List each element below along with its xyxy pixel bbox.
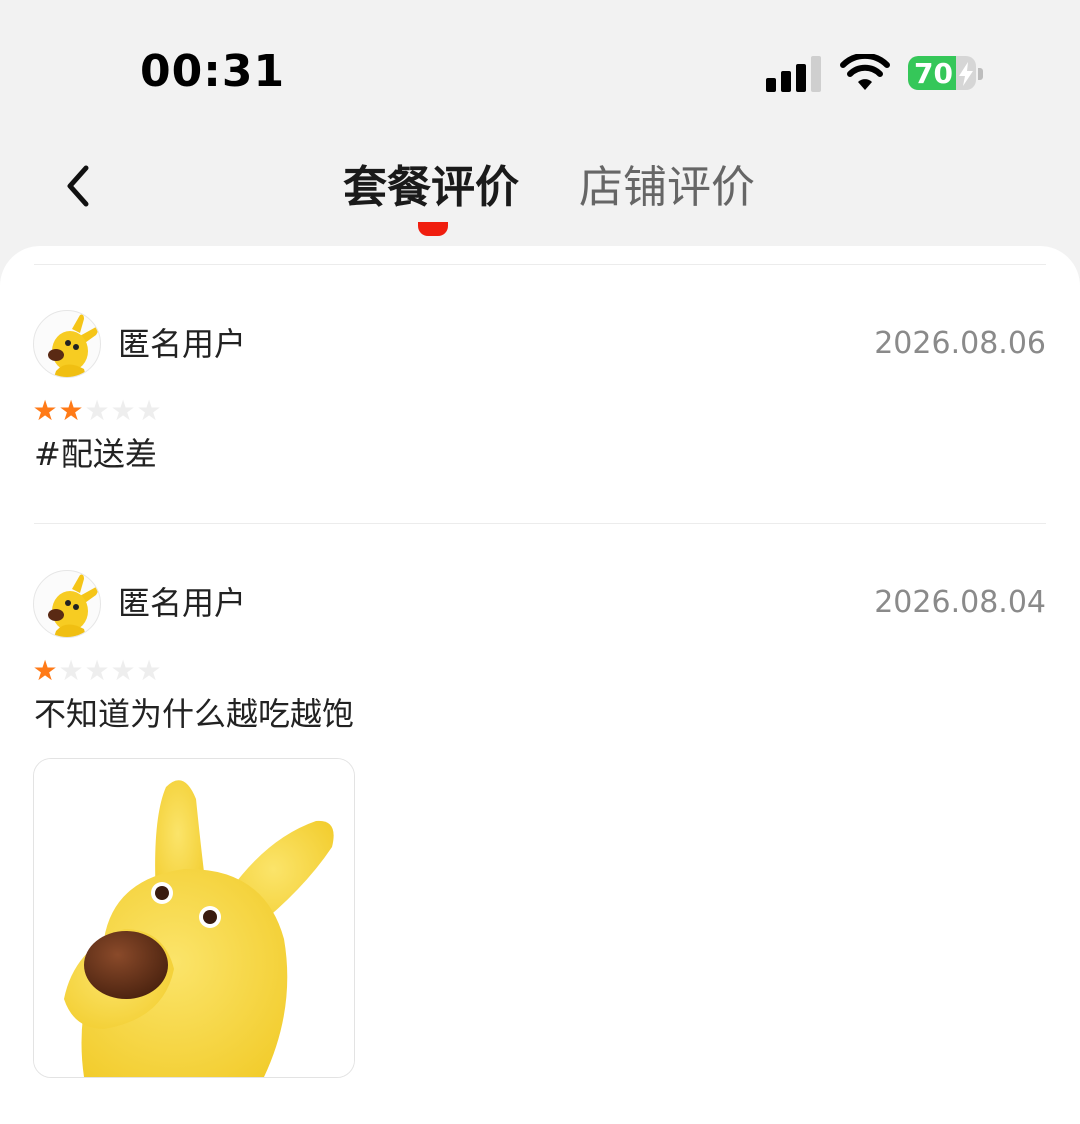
chevron-left-icon (67, 165, 89, 207)
review-username: 匿名用户 (118, 325, 247, 363)
divider (34, 523, 1046, 524)
divider (34, 264, 1046, 265)
star-empty-icon: ★ (84, 394, 110, 427)
yellow-dog-photo (34, 759, 354, 1077)
signal-icon (766, 56, 821, 92)
wifi-icon (840, 54, 890, 90)
dog-avatar-icon (48, 314, 98, 377)
nav-bar: 套餐评价 店铺评价 (0, 130, 1080, 250)
star-empty-icon: ★ (110, 394, 136, 427)
review-text: #配送差 (34, 435, 157, 473)
star-empty-icon: ★ (136, 394, 162, 427)
star-empty-icon: ★ (136, 654, 162, 687)
star-empty-icon: ★ (84, 654, 110, 687)
tab-package-reviews[interactable]: 套餐评价 (343, 158, 519, 218)
star-rating: ★ ★ ★ ★ ★ (32, 394, 162, 427)
status-time: 00:31 (140, 46, 286, 97)
star-filled-icon: ★ (32, 394, 58, 427)
battery-icon: 70 (908, 54, 983, 92)
review-username: 匿名用户 (118, 584, 247, 622)
review-photo[interactable] (33, 758, 355, 1078)
avatar (33, 570, 101, 638)
star-rating: ★ ★ ★ ★ ★ (32, 654, 162, 687)
active-tab-indicator (418, 222, 448, 236)
reviews-list: 匿名用户 2026.08.06 ★ ★ ★ ★ ★ #配送差 匿名用户 2026.08.… (0, 246, 1080, 1124)
battery-percent: 70 (914, 57, 953, 90)
back-button[interactable] (56, 160, 104, 212)
avatar (33, 310, 101, 378)
star-filled-icon: ★ (58, 394, 84, 427)
review-date: 2026.08.06 (874, 326, 1046, 361)
tab-store-reviews[interactable]: 店铺评价 (579, 158, 755, 218)
charging-bolt-icon (959, 62, 973, 86)
review-date: 2026.08.04 (874, 585, 1046, 620)
star-filled-icon: ★ (32, 654, 58, 687)
review-text: 不知道为什么越吃越饱 (34, 695, 355, 733)
dog-avatar-icon (48, 574, 98, 637)
status-bar: 00:31 70 (0, 0, 1080, 130)
star-empty-icon: ★ (110, 654, 136, 687)
star-empty-icon: ★ (58, 654, 84, 687)
